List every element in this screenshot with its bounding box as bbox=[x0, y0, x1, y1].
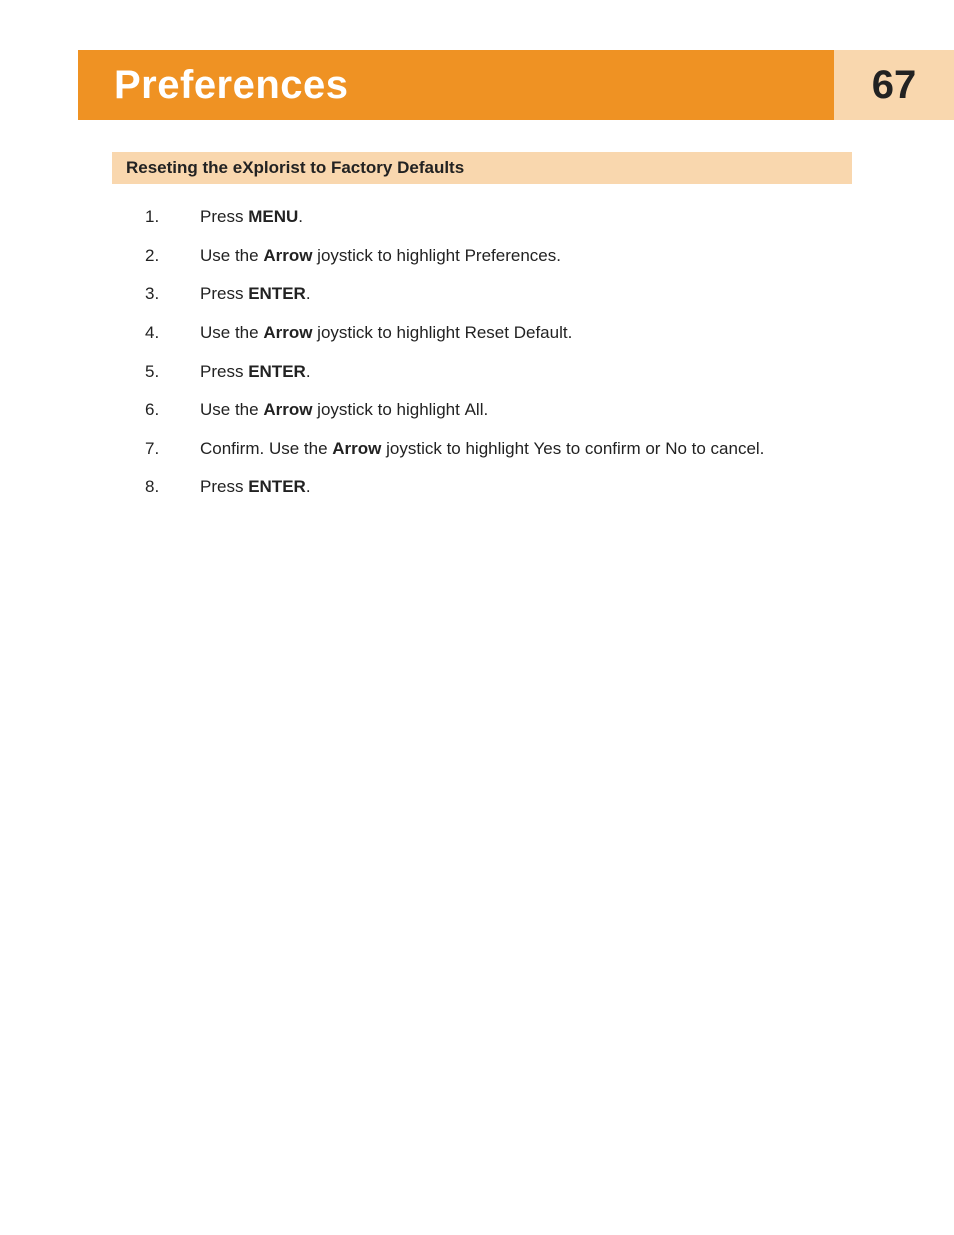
step-text: Press ENTER. bbox=[200, 282, 865, 307]
step-number: 4. bbox=[145, 321, 200, 346]
page-number-block: 67 bbox=[834, 50, 954, 120]
step-text: Use the Arrow joystick to highlight All. bbox=[200, 398, 865, 423]
step-text: Press ENTER. bbox=[200, 360, 865, 385]
step-item: 7.Confirm. Use the Arrow joystick to hig… bbox=[145, 437, 865, 462]
step-item: 3.Press ENTER. bbox=[145, 282, 865, 307]
step-item: 8.Press ENTER. bbox=[145, 475, 865, 500]
step-number: 8. bbox=[145, 475, 200, 500]
step-text: Use the Arrow joystick to highlight Rese… bbox=[200, 321, 865, 346]
step-number: 7. bbox=[145, 437, 200, 462]
header-bar: Preferences 67 bbox=[78, 50, 954, 120]
step-item: 6.Use the Arrow joystick to highlight Al… bbox=[145, 398, 865, 423]
step-text: Confirm. Use the Arrow joystick to highl… bbox=[200, 437, 865, 462]
step-item: 4.Use the Arrow joystick to highlight Re… bbox=[145, 321, 865, 346]
step-number: 6. bbox=[145, 398, 200, 423]
title-block: Preferences bbox=[78, 50, 834, 120]
step-item: 1.Press MENU. bbox=[145, 205, 865, 230]
steps-list: 1.Press MENU.2.Use the Arrow joystick to… bbox=[145, 205, 865, 514]
step-number: 2. bbox=[145, 244, 200, 269]
step-item: 2.Use the Arrow joystick to highlight Pr… bbox=[145, 244, 865, 269]
step-number: 3. bbox=[145, 282, 200, 307]
step-number: 5. bbox=[145, 360, 200, 385]
step-text: Press ENTER. bbox=[200, 475, 865, 500]
step-text: Use the Arrow joystick to highlight Pref… bbox=[200, 244, 865, 269]
step-number: 1. bbox=[145, 205, 200, 230]
step-text: Press MENU. bbox=[200, 205, 865, 230]
step-item: 5.Press ENTER. bbox=[145, 360, 865, 385]
page-number: 67 bbox=[872, 63, 917, 108]
section-heading: Reseting the eXplorist to Factory Defaul… bbox=[112, 152, 852, 184]
page-title: Preferences bbox=[114, 63, 349, 108]
